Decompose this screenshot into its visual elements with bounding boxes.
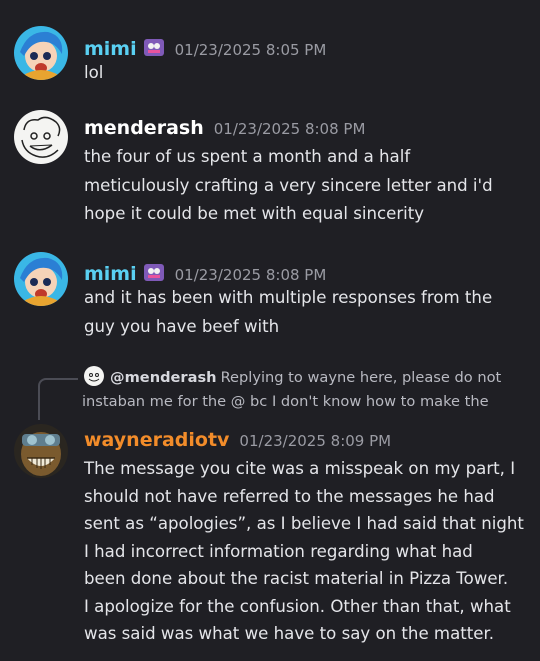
message-text: the four of us spent a month and a half … bbox=[84, 147, 493, 223]
author-name[interactable]: mimi bbox=[84, 263, 137, 285]
message-text: lol bbox=[84, 63, 104, 82]
message-text: The message you cite was a misspeak on m… bbox=[84, 459, 524, 643]
timestamp: 01/23/2025 8:08 PM bbox=[174, 266, 327, 284]
timestamp: 01/23/2025 8:08 PM bbox=[213, 120, 366, 138]
timestamp: 01/23/2025 8:09 PM bbox=[239, 432, 392, 450]
reply-preview[interactable]: @menderash Replying to wayne here, please… bbox=[82, 366, 534, 410]
sketch-face-avatar-icon bbox=[84, 366, 104, 386]
author-name[interactable]: menderash bbox=[84, 117, 204, 139]
sketch-face-avatar-icon[interactable] bbox=[14, 110, 68, 164]
anime-girl-avatar-icon[interactable] bbox=[14, 252, 68, 306]
author-name[interactable]: mimi bbox=[84, 38, 137, 60]
anime-girl-avatar-icon[interactable] bbox=[14, 26, 68, 80]
chat-log: mimi 01/23/2025 8:05 PM lol menderash 01… bbox=[0, 0, 540, 661]
timestamp: 01/23/2025 8:05 PM bbox=[174, 41, 327, 59]
reply-author[interactable]: @menderash bbox=[110, 369, 217, 386]
grinning-face-avatar-icon[interactable] bbox=[14, 424, 68, 478]
message-text: and it has been with multiple responses … bbox=[84, 288, 493, 336]
reply-text: Replying to wayne here, please do not bbox=[220, 369, 502, 386]
role-badge-icon bbox=[143, 36, 165, 58]
reply-connector bbox=[38, 378, 78, 420]
author-name[interactable]: wayneradiotv bbox=[84, 429, 229, 451]
reply-text-continued: instaban me for the @ bc I don't know ho… bbox=[82, 393, 489, 410]
role-badge-icon bbox=[143, 261, 165, 283]
